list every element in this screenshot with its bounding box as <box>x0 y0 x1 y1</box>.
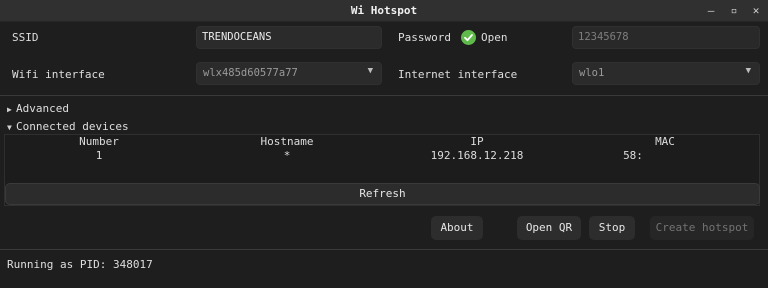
password-label: Password <box>398 31 451 44</box>
status-text: Running as PID: 348017 <box>7 258 153 271</box>
advanced-expander[interactable]: ▶ Advanced <box>7 102 69 115</box>
title-bar: Wi Hotspot – ▫ ✕ <box>0 0 768 22</box>
chevron-down-icon: ▼ <box>367 66 373 76</box>
column-header-hostname: Hostname <box>260 135 314 148</box>
internet-interface-label: Internet interface <box>398 68 518 81</box>
about-button[interactable]: About <box>431 216 483 240</box>
chevron-down-icon: ▼ <box>745 66 751 76</box>
column-header-mac: MAC <box>655 135 675 148</box>
ssid-field[interactable]: TRENDOCEANS <box>196 26 382 49</box>
divider <box>0 95 768 96</box>
chevron-down-icon: ▼ <box>7 123 12 132</box>
wifi-interface-label: Wifi interface <box>12 68 105 81</box>
window-title: Wi Hotspot <box>350 4 418 17</box>
divider <box>0 249 768 250</box>
open-label[interactable]: Open <box>481 31 508 44</box>
ssid-label: SSID <box>12 31 39 44</box>
password-field: 12345678 <box>572 26 760 49</box>
internet-interface-dropdown[interactable]: wlo1 ▼ <box>572 62 760 85</box>
wifi-interface-value: wlx485d60577a77 <box>203 67 298 79</box>
column-header-ip: IP <box>470 135 484 148</box>
table-cell-number[interactable]: 1 <box>59 149 139 162</box>
advanced-label: Advanced <box>16 102 69 115</box>
check-circle-icon[interactable] <box>461 30 476 45</box>
maximize-icon[interactable]: ▫ <box>726 3 742 19</box>
internet-interface-value: wlo1 <box>579 67 605 79</box>
column-header-number: Number <box>79 135 119 148</box>
connected-devices-expander[interactable]: ▼ Connected devices <box>7 120 129 133</box>
chevron-right-icon: ▶ <box>7 105 12 114</box>
wifi-interface-dropdown[interactable]: wlx485d60577a77 ▼ <box>196 62 382 85</box>
stop-button[interactable]: Stop <box>589 216 635 240</box>
minimize-icon[interactable]: – <box>703 3 719 19</box>
connected-devices-label: Connected devices <box>16 120 129 133</box>
create-hotspot-button: Create hotspot <box>650 216 754 240</box>
open-qr-button[interactable]: Open QR <box>517 216 581 240</box>
table-cell-hostname[interactable]: * <box>247 149 327 162</box>
table-cell-mac[interactable]: 58: <box>593 149 673 162</box>
refresh-button[interactable]: Refresh <box>5 183 760 205</box>
table-cell-ip[interactable]: 192.168.12.218 <box>417 149 537 162</box>
close-icon[interactable]: ✕ <box>748 3 764 19</box>
